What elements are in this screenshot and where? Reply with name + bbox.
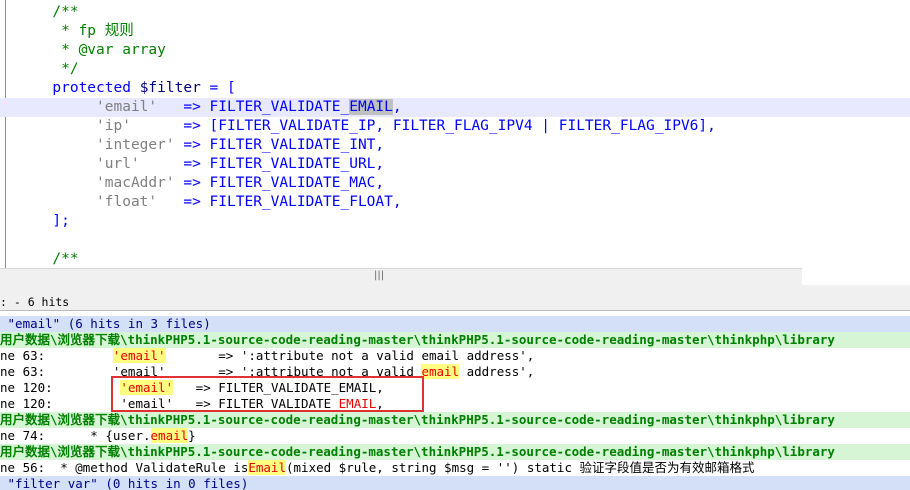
constant-prefix: FILTER_VALIDATE_ [209, 99, 350, 115]
file-row[interactable]: 用户数据\浏览器下载\thinkPHP5.1-source-code-readi… [0, 332, 910, 348]
hit-highlight: Email [248, 460, 286, 475]
search-header-row[interactable]: "filter var" (0 hits in 0 files) [0, 476, 910, 490]
assignment-text: = [ [200, 80, 236, 96]
code-line-integer: 'integer' => FILTER_VALIDATE_INT, [0, 136, 910, 155]
arrow-operator: => [183, 99, 201, 115]
hit-highlight: email [421, 364, 460, 379]
scrollbar-grip-icon[interactable]: ||| [374, 271, 384, 281]
comment-text: * fp 规则 [52, 23, 134, 39]
array-key: 'email' [96, 99, 158, 115]
code-line-email: 'email' => FILTER_VALIDATE_EMAIL, [0, 98, 910, 117]
arrow-operator: => [183, 156, 201, 172]
search-results-title: : - 6 hits [0, 294, 910, 311]
annotation-box [111, 376, 424, 412]
code-line-last: /** [0, 250, 910, 268]
hit-highlight: email [150, 428, 189, 443]
comment-text: */ [52, 61, 79, 77]
keyword-protected: protected [52, 80, 131, 96]
array-key: 'url' [96, 156, 140, 172]
code-line-3: * @var array [0, 41, 910, 60]
arrow-operator: => [183, 118, 201, 134]
array-value: FILTER_VALIDATE_MAC, [209, 175, 385, 191]
hit-row[interactable]: ne 63: 'email' => ':attribute not a vali… [0, 348, 910, 364]
hit-row[interactable]: ne 74: * {user.email} [0, 428, 910, 444]
code-line-url: 'url' => FILTER_VALIDATE_URL, [0, 155, 910, 174]
horizontal-scrollbar[interactable]: ||| [0, 268, 802, 286]
array-value: FILTER_VALIDATE_INT, [209, 137, 385, 153]
closing-bracket: ]; [52, 213, 70, 229]
array-key: 'float' [96, 194, 158, 210]
code-editor[interactable]: /** * fp 规则 * @var array */ protected $f… [0, 0, 910, 268]
comment-text: /** [52, 4, 79, 20]
selected-word: EMAIL [349, 99, 393, 115]
code-line-2: * fp 规则 [0, 22, 910, 41]
hit-row[interactable]: ne 56: * @method ValidateRule isEmail(mi… [0, 460, 910, 476]
file-row[interactable]: 用户数据\浏览器下载\thinkPHP5.1-source-code-readi… [0, 412, 910, 428]
arrow-operator: => [183, 137, 201, 153]
code-line-ip: 'ip' => [FILTER_VALIDATE_IP, FILTER_FLAG… [0, 117, 910, 136]
comment-text: * @var array [52, 42, 166, 58]
arrow-operator: => [183, 175, 201, 191]
variable-filter: $filter [139, 80, 201, 96]
search-header-row[interactable]: "email" (6 hits in 3 files) [0, 316, 910, 332]
array-value: FILTER_VALIDATE_FLOAT, [209, 194, 402, 210]
array-key: 'ip' [96, 118, 131, 134]
arrow-operator: => [183, 194, 201, 210]
code-line-5: protected $filter = [ [0, 79, 910, 98]
code-line-1: /** [0, 3, 910, 22]
code-line-macaddr: 'macAddr' => FILTER_VALIDATE_MAC, [0, 174, 910, 193]
array-value: FILTER_VALIDATE_URL, [209, 156, 385, 172]
array-key: 'macAddr' [96, 175, 175, 191]
code-line-4: */ [0, 60, 910, 79]
hit-highlight: 'email' [112, 348, 166, 363]
comment-text: /** [52, 251, 79, 267]
code-line-close: ]; [0, 212, 910, 231]
array-value: [FILTER_VALIDATE_IP, FILTER_FLAG_IPV4 | … [209, 118, 716, 134]
code-line-float: 'float' => FILTER_VALIDATE_FLOAT, [0, 193, 910, 212]
file-row[interactable]: 用户数据\浏览器下载\thinkPHP5.1-source-code-readi… [0, 444, 910, 460]
array-key: 'integer' [96, 137, 175, 153]
